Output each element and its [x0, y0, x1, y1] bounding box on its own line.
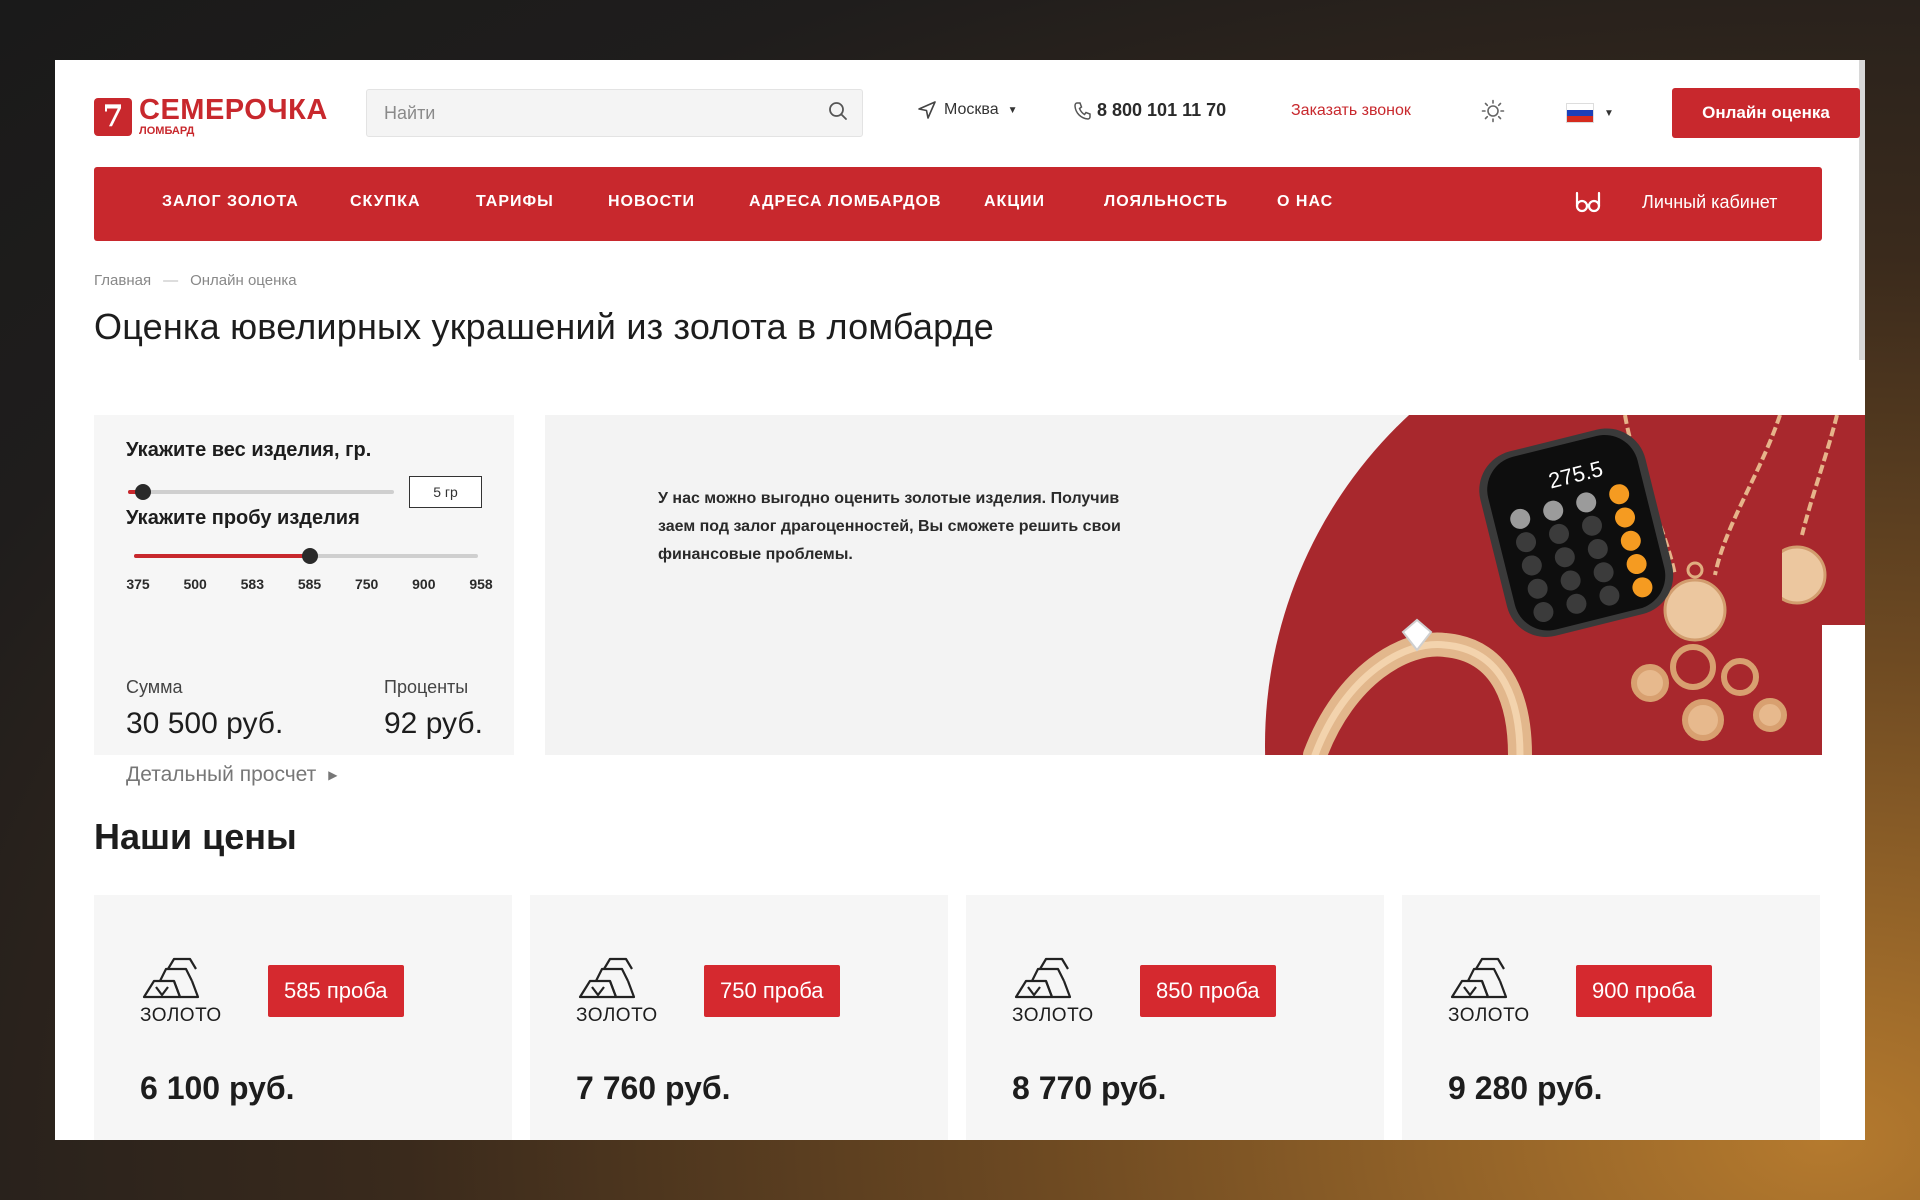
callback-link[interactable]: Заказать звонок [1291, 102, 1411, 120]
price-card[interactable]: ЗОЛОТО 900 проба 9 280 руб. [1402, 895, 1820, 1140]
logo-mark: 7 [94, 97, 132, 136]
nav-item-promotions[interactable]: АКЦИИ [984, 193, 1045, 211]
purity-tick[interactable]: 585 [298, 576, 321, 592]
price-card[interactable]: ЗОЛОТО 585 проба 6 100 руб. [94, 895, 512, 1140]
sun-icon[interactable] [1481, 99, 1505, 128]
nav-item-buyout[interactable]: СКУПКА [350, 193, 421, 211]
breadcrumb: Главная — Онлайн оценка [94, 272, 297, 289]
estimate-calculator: Укажите вес изделия, гр. 5 гр Укажите пр… [94, 415, 514, 786]
phone-text: 8 800 101 11 70 [1097, 100, 1227, 120]
phone-number[interactable]: 8 800 101 11 70 [1073, 100, 1226, 121]
browser-page: 7 СЕМЕРОЧКА ЛОМБАРД Москва ▼ 8 800 101 1… [55, 60, 1865, 1140]
logo-text: СЕМЕРОЧКА ЛОМБАРД [139, 96, 328, 137]
card-metal-label: ЗОЛОТО [1012, 1005, 1094, 1026]
nav-item-news[interactable]: НОВОСТИ [608, 193, 695, 211]
gold-bars-icon [1448, 955, 1510, 1006]
breadcrumb-separator: — [163, 272, 179, 289]
gold-bars-icon [576, 955, 638, 1006]
search-input[interactable] [384, 102, 828, 124]
card-price: 9 280 руб. [1448, 1070, 1603, 1106]
detailed-calculation-link[interactable]: Детальный просчет ▶ [126, 763, 338, 787]
logo-name: СЕМЕРОЧКА [139, 94, 328, 126]
location-arrow-icon [917, 100, 937, 120]
purity-tick[interactable]: 958 [469, 576, 492, 592]
personal-account-label: Личный кабинет [1642, 191, 1778, 212]
search-icon[interactable] [828, 101, 848, 126]
purity-tick[interactable]: 375 [126, 576, 149, 592]
breadcrumb-home[interactable]: Главная [94, 272, 151, 289]
price-card[interactable]: ЗОЛОТО 850 проба 8 770 руб. [966, 895, 1384, 1140]
main-nav: ЗАЛОГ ЗОЛОТА СКУПКА ТАРИФЫ НОВОСТИ АДРЕС… [94, 167, 1822, 241]
nav-item-tariffs[interactable]: ТАРИФЫ [476, 193, 554, 211]
card-metal-label: ЗОЛОТО [576, 1005, 658, 1026]
price-card[interactable]: ЗОЛОТО 750 проба 7 760 руб. [530, 895, 948, 1140]
chevron-down-icon: ▼ [1007, 104, 1018, 116]
purity-badge: 750 проба [704, 965, 840, 1017]
promo-banner: У нас можно выгодно оценить золотые изде… [545, 415, 1822, 755]
interest-label: Проценты [384, 677, 469, 697]
weight-input[interactable]: 5 гр [409, 476, 482, 508]
city-name: Москва [944, 101, 999, 118]
logo[interactable]: 7 СЕМЕРОЧКА ЛОМБАРД [94, 96, 328, 137]
jewelry-illustration: 275.5 [1303, 415, 1787, 755]
chevron-right-icon: ▶ [328, 768, 338, 782]
purity-slider-handle[interactable] [301, 548, 318, 564]
site-header: 7 СЕМЕРОЧКА ЛОМБАРД Москва ▼ 8 800 101 1… [94, 88, 1860, 138]
card-price: 8 770 руб. [1012, 1070, 1167, 1106]
card-metal-label: ЗОЛОТО [140, 1005, 222, 1026]
purity-tick[interactable]: 500 [183, 576, 206, 592]
sum-label: Сумма [126, 677, 183, 697]
sum-value: 30 500 руб. [126, 707, 284, 740]
purity-tick[interactable]: 900 [412, 576, 435, 592]
banner-overflow-strip [1782, 415, 1865, 625]
detail-link-label: Детальный просчет [126, 763, 317, 786]
page-title: Оценка ювелирных украшений из золота в л… [94, 306, 994, 347]
purity-tick[interactable]: 750 [355, 576, 378, 592]
card-price: 6 100 руб. [140, 1070, 295, 1106]
logo-subtitle: ЛОМБАРД [139, 125, 195, 137]
purity-tick[interactable]: 583 [241, 576, 264, 592]
city-selector[interactable]: Москва ▼ [917, 100, 1018, 120]
purity-badge: 900 проба [1576, 965, 1712, 1017]
chevron-down-icon: ▼ [1604, 107, 1614, 119]
weight-label: Укажите вес изделия, гр. [126, 439, 372, 461]
gold-bars-icon [140, 955, 202, 1006]
language-selector[interactable]: ▼ [1566, 103, 1614, 123]
phone-icon [1073, 101, 1091, 121]
prices-section-title: Наши цены [94, 816, 297, 857]
purity-label: Укажите пробу изделия [126, 507, 360, 529]
nav-item-about[interactable]: О НАС [1277, 193, 1333, 211]
interest-value: 92 руб. [384, 707, 483, 740]
nav-item-loyalty[interactable]: ЛОЯЛЬНОСТЬ [1104, 193, 1228, 211]
card-metal-label: ЗОЛОТО [1448, 1005, 1530, 1026]
weight-slider-track[interactable] [128, 490, 394, 494]
nav-item-addresses[interactable]: АДРЕСА ЛОМБАРДОВ [749, 193, 942, 211]
search-box [366, 89, 863, 137]
personal-account-link[interactable]: Личный кабинет [1574, 189, 1777, 215]
glasses-icon [1574, 189, 1602, 215]
purity-badge: 850 проба [1140, 965, 1276, 1017]
russia-flag-icon [1566, 103, 1594, 123]
purity-slider-fill [134, 554, 310, 558]
nav-item-gold-pledge[interactable]: ЗАЛОГ ЗОЛОТА [162, 193, 299, 211]
banner-overflow-gap [1782, 376, 1865, 415]
card-price: 7 760 руб. [576, 1070, 731, 1106]
purity-badge: 585 проба [268, 965, 404, 1017]
online-estimate-button[interactable]: Онлайн оценка [1672, 88, 1860, 138]
weight-slider-handle[interactable] [134, 484, 151, 500]
gold-bars-icon [1012, 955, 1074, 1006]
breadcrumb-current: Онлайн оценка [190, 272, 297, 289]
